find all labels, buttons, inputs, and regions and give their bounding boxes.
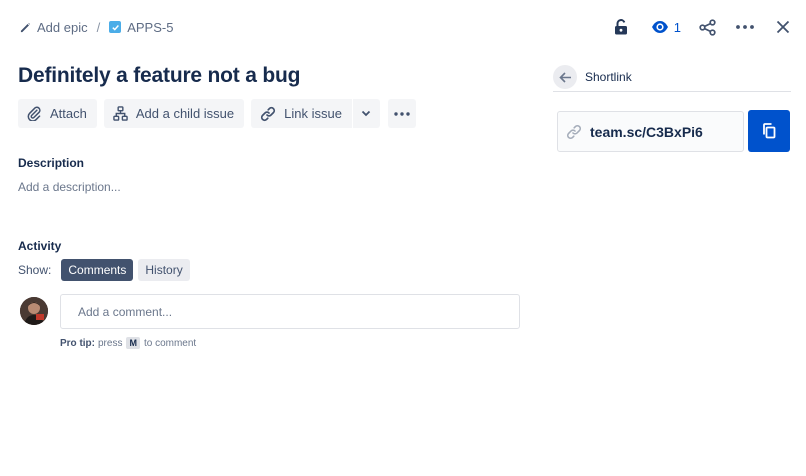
comments-filter-button[interactable]: Comments <box>61 259 134 281</box>
issue-key: APPS-5 <box>127 19 174 35</box>
more-icon <box>736 25 754 29</box>
history-filter-button[interactable]: History <box>138 259 190 281</box>
copy-icon <box>763 123 776 139</box>
issue-title[interactable]: Definitely a feature not a bug <box>18 64 300 88</box>
pro-tip-suffix: to comment <box>143 337 197 349</box>
arrow-left-icon <box>558 71 571 83</box>
avatar <box>20 297 48 325</box>
issue-key-link[interactable]: APPS-5 <box>109 20 173 35</box>
link-issue-dropdown[interactable] <box>352 99 380 128</box>
shortlink-field[interactable]: team.sc/C3BxPi6 <box>557 111 744 152</box>
pro-tip-press: press <box>98 337 123 349</box>
add-epic-link[interactable]: Add epic <box>20 20 88 35</box>
close-button[interactable] <box>770 14 796 40</box>
share-icon <box>698 18 716 36</box>
description-heading: Description <box>18 156 85 170</box>
activity-filter: Show: Comments History <box>18 259 195 281</box>
issue-toolbar: Attach Add a child issue Link issue <box>18 99 423 128</box>
link-icon <box>566 124 582 139</box>
breadcrumb-separator: / <box>96 19 101 35</box>
shortlink-url: team.sc/C3BxPi6 <box>590 123 703 140</box>
pencil-icon <box>20 22 31 32</box>
checkbox-story-icon <box>109 21 122 33</box>
add-child-issue-label: Add a child issue <box>135 106 235 121</box>
link-issue-button[interactable]: Link issue <box>251 99 352 128</box>
copy-link-button[interactable] <box>748 110 790 152</box>
comment-input[interactable]: Add a comment... <box>60 294 520 329</box>
chevron-down-icon <box>362 110 371 117</box>
share-button[interactable] <box>694 14 720 40</box>
child-issue-icon <box>113 106 128 121</box>
back-button[interactable] <box>553 65 577 89</box>
restrict-button[interactable] <box>608 14 634 40</box>
pro-tip-key: M <box>126 337 140 349</box>
more-icon <box>394 111 410 116</box>
attach-button[interactable]: Attach <box>18 99 97 128</box>
show-label: Show: <box>18 263 52 277</box>
more-actions-button[interactable] <box>732 14 758 40</box>
shortlink-panel-header: Shortlink <box>553 63 791 92</box>
attach-label: Attach <box>50 106 87 121</box>
link-icon <box>261 106 276 121</box>
pro-tip-label: Pro tip: <box>60 337 95 349</box>
unlock-icon <box>614 19 627 35</box>
activity-heading: Activity <box>18 239 62 253</box>
add-epic-label: Add epic <box>37 19 88 35</box>
pro-tip: Pro tip: press M to comment <box>60 337 196 349</box>
paperclip-icon <box>27 106 41 121</box>
issue-actions: 1 <box>608 14 796 40</box>
watch-button[interactable]: 1 <box>647 14 685 40</box>
shortlink-title: Shortlink <box>585 70 632 84</box>
description-placeholder[interactable]: Add a description... <box>18 180 121 194</box>
breadcrumb: Add epic / APPS-5 <box>20 17 173 37</box>
add-child-issue-button[interactable]: Add a child issue <box>103 99 245 128</box>
toolbar-more-button[interactable] <box>387 99 416 128</box>
link-issue-label: Link issue <box>284 106 342 121</box>
watch-count: 1 <box>673 19 681 35</box>
close-icon <box>776 20 790 34</box>
eye-icon <box>651 21 668 33</box>
